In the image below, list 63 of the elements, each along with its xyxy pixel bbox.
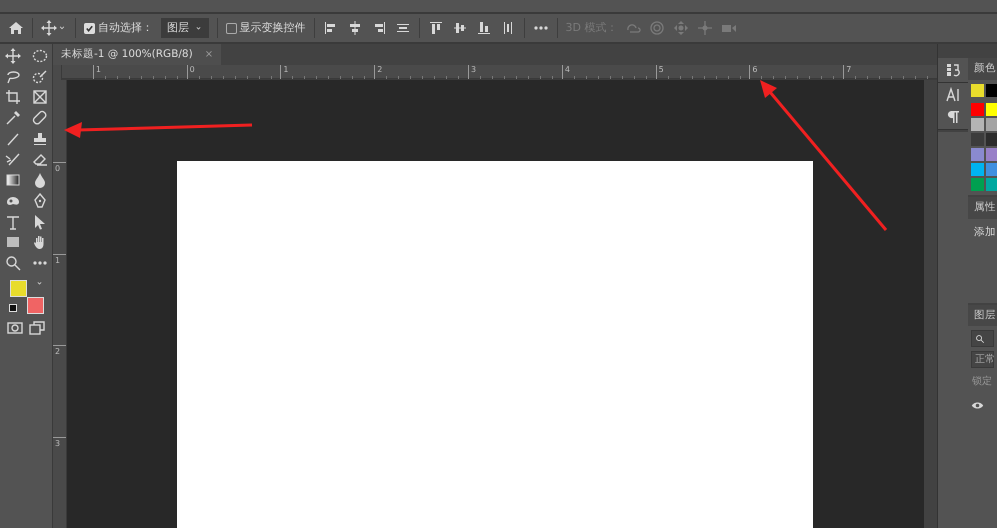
layer-search-field[interactable]	[971, 330, 994, 348]
color-swatch[interactable]	[971, 178, 984, 191]
ruler-label: 0	[53, 162, 66, 254]
zoom-icon[interactable]	[4, 254, 20, 271]
panel-title[interactable]: 属性	[968, 196, 997, 218]
align-middle-icon[interactable]	[452, 20, 468, 36]
ruler-label: 0	[186, 65, 280, 79]
color-swatch[interactable]	[986, 132, 997, 146]
target-dropdown[interactable]: 图层	[160, 18, 209, 38]
ruler-label: 2	[53, 345, 66, 436]
ruler-label: 5	[656, 65, 750, 79]
slide-icon	[697, 20, 714, 36]
lasso-tool-icon[interactable]	[4, 68, 20, 85]
text-tool-icon[interactable]	[4, 214, 20, 230]
background-color-swatch[interactable]	[27, 296, 44, 314]
screen-mode-icon[interactable]	[28, 320, 45, 336]
pen-icon[interactable]	[32, 192, 48, 209]
show-transform-label: 显示变换控件	[240, 20, 306, 36]
color-swatch[interactable]	[986, 178, 997, 191]
align-top-icon[interactable]	[428, 20, 444, 36]
home-icon[interactable]	[8, 20, 24, 36]
roll-icon	[649, 20, 666, 36]
history-brush-icon[interactable]	[4, 151, 20, 168]
color-swatch[interactable]	[971, 162, 984, 176]
panel-title[interactable]: 图层	[968, 304, 997, 326]
quick-mask-icon[interactable]	[7, 320, 24, 336]
color-swatch[interactable]	[971, 84, 984, 97]
document-tab[interactable]: 未标题-1 @ 100%(RGB/8)	[61, 46, 193, 62]
default-colors-icon[interactable]	[9, 304, 17, 312]
ruler-label: 3	[53, 436, 66, 528]
checkbox[interactable]	[226, 22, 237, 34]
color-swatch[interactable]	[971, 132, 984, 146]
character-panel-icon[interactable]	[945, 87, 961, 103]
move-tool-icon[interactable]	[41, 20, 57, 36]
auto-select-label: 自动选择：	[98, 20, 153, 36]
align-bottom-icon[interactable]	[476, 20, 492, 36]
properties-text: 添加	[973, 224, 997, 240]
lock-label: 锁定	[971, 374, 993, 390]
gradient-icon[interactable]	[4, 172, 20, 188]
pan-icon	[673, 20, 690, 36]
marquee-tool-icon[interactable]	[32, 48, 48, 64]
scrollbar[interactable]	[924, 80, 937, 528]
foreground-color-swatch[interactable]	[10, 280, 27, 297]
panel-title[interactable]: 颜色	[968, 58, 997, 80]
frame-tool-icon[interactable]	[32, 89, 48, 106]
color-swatch[interactable]	[986, 148, 997, 161]
bandage-icon[interactable]	[32, 110, 48, 126]
color-swatch[interactable]	[971, 102, 984, 116]
color-swatch[interactable]	[986, 118, 997, 131]
quick-select-icon[interactable]	[32, 68, 48, 85]
ruler-label: 1	[53, 254, 66, 345]
history-panel-icon[interactable]	[945, 62, 961, 78]
color-swatch[interactable]	[986, 162, 997, 176]
blend-mode-dropdown[interactable]: 正常	[971, 351, 994, 368]
color-swatch[interactable]	[986, 102, 997, 116]
stamp-icon[interactable]	[32, 130, 48, 147]
color-swatch[interactable]	[971, 118, 984, 131]
color-swatch[interactable]	[986, 84, 997, 97]
search-icon	[975, 334, 985, 344]
move-tool-icon[interactable]	[4, 48, 20, 64]
paragraph-icon[interactable]	[945, 109, 961, 125]
color-swatch[interactable]	[971, 148, 984, 161]
crop-tool-icon[interactable]	[4, 89, 20, 106]
